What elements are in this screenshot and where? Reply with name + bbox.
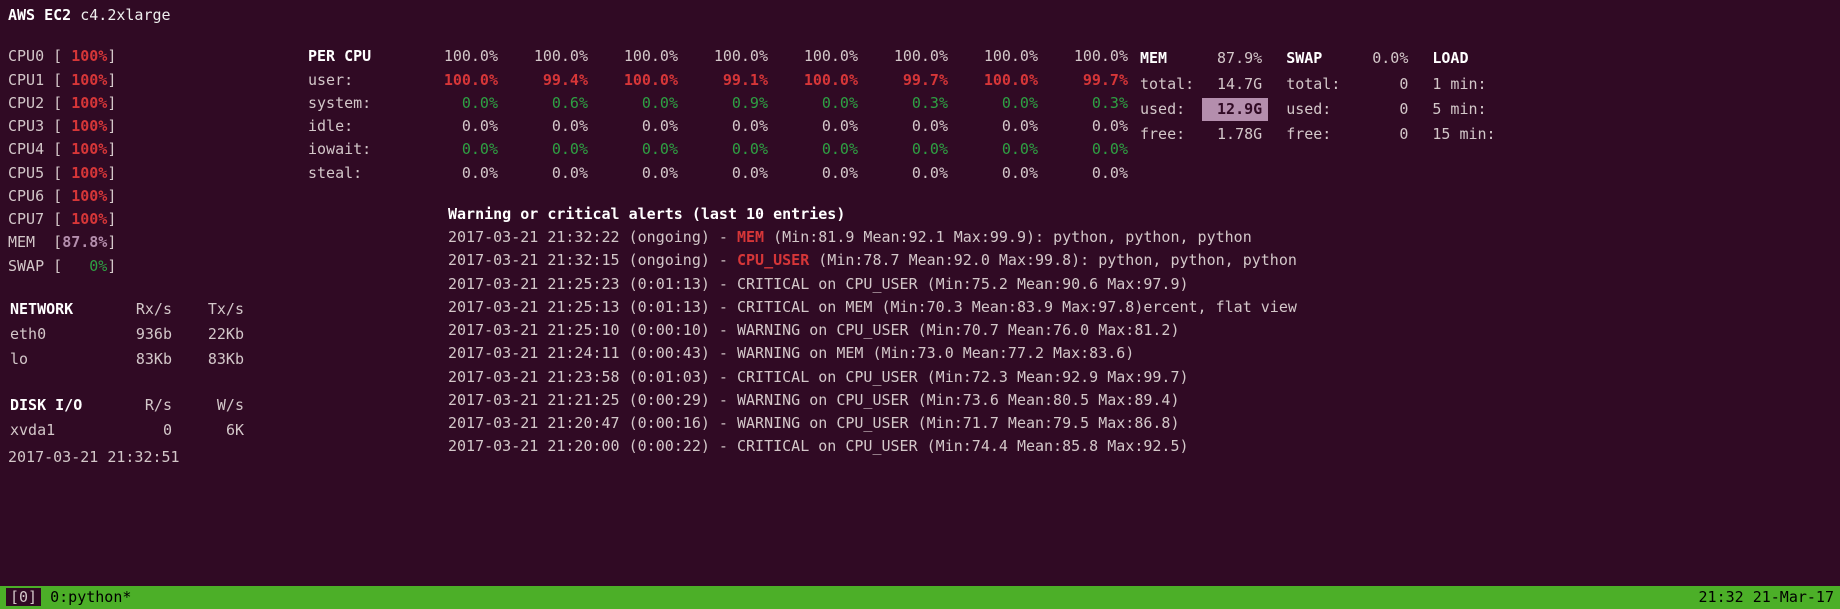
clock: 2017-03-21 21:32:51 (8, 446, 308, 469)
swap-pct: 0.0% (1348, 47, 1414, 70)
status-clock: 21:32 21-Mar-17 (1699, 586, 1834, 609)
alert-line: 2017-03-21 21:20:00 (0:00:22) - CRITICAL… (448, 435, 1832, 458)
mem-row: free:1.78G (1140, 123, 1268, 146)
alert-line: 2017-03-21 21:25:23 (0:01:13) - CRITICAL… (448, 273, 1832, 296)
mem-row: used:12.9G (1140, 98, 1268, 121)
network-row: eth0936b22Kb (10, 323, 244, 346)
percpu-row: steal:0.0%0.0%0.0%0.0%0.0%0.0%0.0%0.0% (308, 162, 1128, 185)
disk-h-w: W/s (174, 394, 244, 417)
left-column: CPU0 [ 100%]CPU1 [ 100%]CPU2 [ 100%]CPU3… (8, 45, 308, 469)
alerts-list: 2017-03-21 21:32:22 (ongoing) - MEM (Min… (448, 226, 1832, 459)
alert-line: 2017-03-21 21:32:15 (ongoing) - CPU_USER… (448, 249, 1832, 272)
status-window[interactable]: 0:python* (41, 588, 131, 606)
status-session[interactable]: [0] (6, 588, 41, 606)
bar-mem: MEM [87.8%] (8, 231, 308, 254)
tmux-statusbar[interactable]: [0] 0:python* 21:32 21-Mar-17 (0, 586, 1840, 609)
alert-line: 2017-03-21 21:24:11 (0:00:43) - WARNING … (448, 342, 1832, 365)
mem-block: MEM 87.9% total:14.7Gused:12.9Gfree:1.78… (1138, 45, 1270, 148)
network-title: NETWORK (10, 298, 100, 321)
alert-line: 2017-03-21 21:20:47 (0:00:16) - WARNING … (448, 412, 1832, 435)
load-block: LOAD 1 min:5 min:15 min: (1430, 45, 1503, 148)
mem-pct: 87.9% (1202, 47, 1268, 70)
header-title: AWS EC2 (8, 6, 71, 24)
network-h-rx: Rx/s (102, 298, 172, 321)
mem-row: total:14.7G (1140, 73, 1268, 96)
bar-cpu4: CPU4 [ 100%] (8, 138, 308, 161)
alert-line: 2017-03-21 21:23:58 (0:01:03) - CRITICAL… (448, 366, 1832, 389)
swap-block: SWAP 0.0% total:0used:0free:0 (1284, 45, 1416, 148)
alert-line: 2017-03-21 21:25:10 (0:00:10) - WARNING … (448, 319, 1832, 342)
bar-cpu7: CPU7 [ 100%] (8, 208, 308, 231)
bar-swap: SWAP [ 0%] (8, 255, 308, 278)
disk-table: DISK I/O R/s W/s xvda106K (8, 392, 246, 445)
header: AWS EC2 c4.2xlarge (8, 4, 1832, 27)
percpu-row: system:0.0%0.6%0.0%0.9%0.0%0.3%0.0%0.3% (308, 92, 1128, 115)
disk-h-r: R/s (102, 394, 172, 417)
bar-cpu6: CPU6 [ 100%] (8, 185, 308, 208)
swap-row: free:0 (1286, 123, 1414, 146)
percpu-row: idle:0.0%0.0%0.0%0.0%0.0%0.0%0.0%0.0% (308, 115, 1128, 138)
bar-cpu1: CPU1 [ 100%] (8, 69, 308, 92)
load-row: 15 min: (1432, 123, 1501, 146)
bar-cpu0: CPU0 [ 100%] (8, 45, 308, 68)
disk-title: DISK I/O (10, 394, 100, 417)
bar-cpu2: CPU2 [ 100%] (8, 92, 308, 115)
alert-line: 2017-03-21 21:25:13 (0:01:13) - CRITICAL… (448, 296, 1832, 319)
mem-title: MEM (1140, 47, 1200, 70)
swap-title: SWAP (1286, 47, 1346, 70)
network-row: lo83Kb83Kb (10, 348, 244, 371)
alerts-title: Warning or critical alerts (last 10 entr… (448, 203, 1832, 226)
header-subtitle: c4.2xlarge (80, 6, 170, 24)
alert-line: 2017-03-21 21:32:22 (ongoing) - MEM (Min… (448, 226, 1832, 249)
percpu-block: PER CPU100.0%100.0%100.0%100.0%100.0%100… (308, 45, 1128, 185)
swap-row: total:0 (1286, 73, 1414, 96)
percpu-row: iowait:0.0%0.0%0.0%0.0%0.0%0.0%0.0%0.0% (308, 138, 1128, 161)
swap-row: used:0 (1286, 98, 1414, 121)
alert-line: 2017-03-21 21:21:25 (0:00:29) - WARNING … (448, 389, 1832, 412)
load-row: 5 min: (1432, 98, 1501, 121)
bar-cpu5: CPU5 [ 100%] (8, 162, 308, 185)
load-row: 1 min: (1432, 73, 1501, 96)
network-h-tx: Tx/s (174, 298, 244, 321)
percpu-row: user:100.0%99.4%100.0%99.1%100.0%99.7%10… (308, 69, 1128, 92)
bar-cpu3: CPU3 [ 100%] (8, 115, 308, 138)
network-table: NETWORK Rx/s Tx/s eth0936b22Kblo83Kb83Kb (8, 296, 246, 374)
disk-row: xvda106K (10, 419, 244, 442)
load-title: LOAD (1432, 47, 1501, 70)
